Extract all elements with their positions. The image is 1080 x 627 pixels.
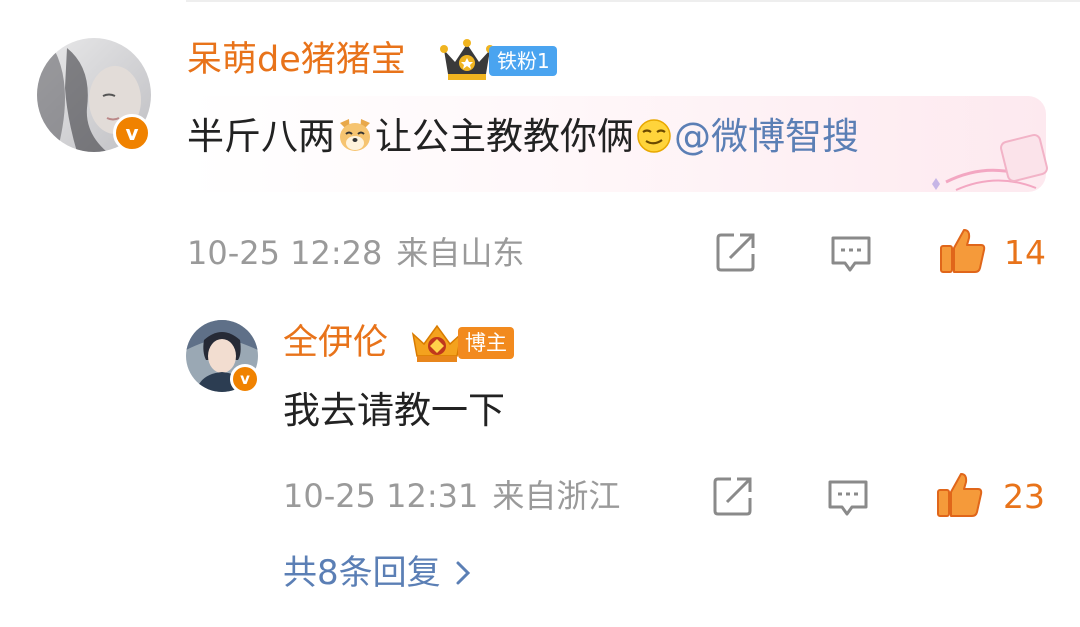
- smirk-emoji-icon: [637, 119, 671, 153]
- fan-badge: 铁粉1: [489, 46, 557, 76]
- like-count: 23: [1003, 477, 1045, 516]
- divider: [186, 0, 1080, 2]
- comment-text: 半斤八两 让公主教教你俩 @微博智搜: [187, 114, 859, 160]
- crown-icon: [440, 39, 494, 80]
- thumbs-up-icon[interactable]: [938, 226, 988, 276]
- reply-username[interactable]: 全伊伦: [283, 323, 388, 363]
- comment-location: 来自山东: [396, 234, 525, 272]
- comment-text-part: 让公主教教你俩: [375, 115, 634, 158]
- reply-location: 来自浙江: [492, 477, 621, 515]
- comment-time: 10-25 12:28: [187, 234, 383, 272]
- comment-icon[interactable]: [826, 476, 870, 520]
- dog-emoji-icon: [340, 119, 370, 151]
- reply-text: 我去请教一下: [283, 389, 505, 432]
- share-icon[interactable]: [711, 474, 755, 518]
- share-icon[interactable]: [714, 230, 758, 274]
- mention-link[interactable]: @微博智搜: [674, 115, 859, 158]
- more-replies-link[interactable]: 共8条回复: [283, 553, 471, 593]
- reply-avatar[interactable]: v: [186, 320, 260, 394]
- reply-meta: 10-25 12:31 来自浙江: [283, 478, 620, 514]
- verified-icon: v: [230, 364, 260, 394]
- chevron-right-icon: [456, 561, 470, 585]
- comment-icon[interactable]: [829, 232, 873, 276]
- crown-icon: [411, 324, 463, 362]
- comment-text-part: 半斤八两: [187, 115, 335, 158]
- avatar[interactable]: v: [37, 38, 151, 152]
- more-replies-label: 共8条回复: [283, 553, 441, 593]
- comment-username[interactable]: 呆萌de猪猪宝: [187, 40, 406, 80]
- verified-icon: v: [113, 114, 151, 152]
- host-badge: 博主: [458, 327, 514, 359]
- comment-thread: v 呆萌de猪猪宝 铁粉1 半斤八两 让公主教教你俩 @微博智搜 10-25 1…: [0, 0, 1080, 627]
- ribbon-decoration: [932, 134, 1048, 191]
- comment-meta: 10-25 12:28 来自山东: [187, 235, 524, 271]
- like-count: 14: [1004, 233, 1046, 272]
- thumbs-up-icon[interactable]: [935, 470, 985, 520]
- reply-time: 10-25 12:31: [283, 477, 479, 515]
